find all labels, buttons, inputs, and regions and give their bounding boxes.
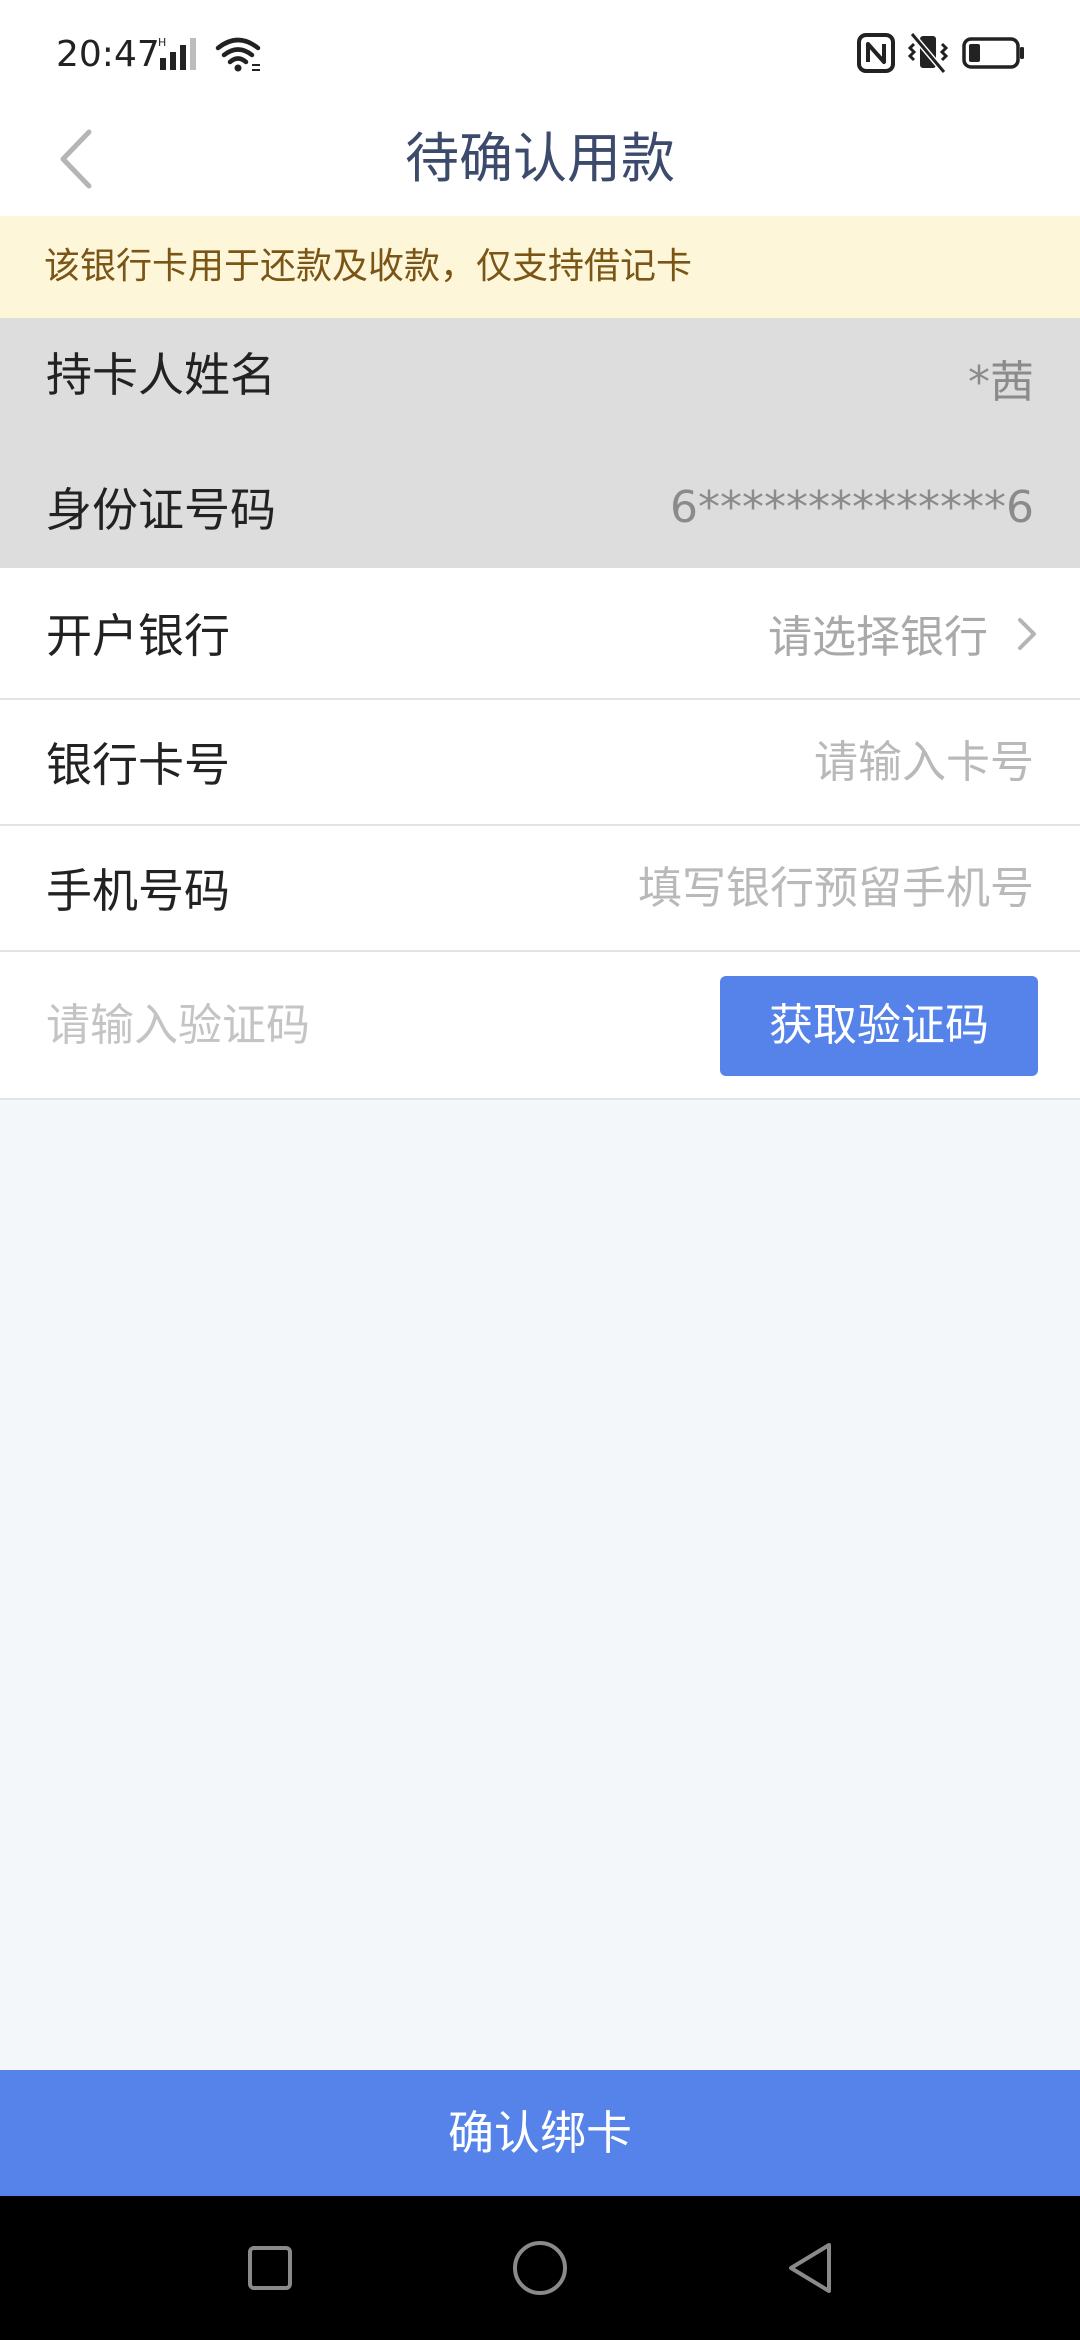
verification-row: 获取验证码 bbox=[0, 952, 1080, 1100]
verification-code-input[interactable] bbox=[46, 952, 646, 1098]
battery-icon bbox=[962, 37, 1024, 69]
readonly-info: 持卡人姓名 *茜 身份证号码 6**************6 bbox=[0, 318, 1080, 568]
confirm-bind-card-button[interactable]: 确认绑卡 bbox=[0, 2070, 1080, 2196]
bank-select-row[interactable]: 开户银行 请选择银行 bbox=[0, 568, 1080, 700]
cardholder-row: 持卡人姓名 *茜 bbox=[0, 318, 1080, 443]
page-title: 待确认用款 bbox=[405, 127, 675, 190]
phone-input[interactable] bbox=[474, 826, 1034, 950]
nav-back-button[interactable] bbox=[770, 2232, 850, 2304]
notice-banner: 该银行卡用于还款及收款，仅支持借记卡 bbox=[0, 216, 1080, 318]
id-number-label: 身份证号码 bbox=[46, 483, 276, 537]
phone-label: 手机号码 bbox=[46, 864, 230, 918]
nav-home-button[interactable] bbox=[500, 2232, 580, 2304]
circle-home-icon bbox=[513, 2241, 567, 2295]
card-number-row: 银行卡号 bbox=[0, 700, 1080, 826]
get-code-button[interactable]: 获取验证码 bbox=[720, 976, 1038, 1076]
screen: 20:47 H 待确认用款 该银行卡用于还款及收款，仅支持借记卡 持卡人姓名 *… bbox=[0, 0, 1080, 2340]
chevron-right-icon bbox=[1018, 618, 1036, 650]
signal-icon: H bbox=[158, 36, 196, 70]
card-number-input[interactable] bbox=[474, 700, 1034, 824]
id-number-row: 身份证号码 6**************6 bbox=[0, 443, 1080, 568]
svg-text:H: H bbox=[158, 36, 166, 49]
id-number-value: 6**************6 bbox=[670, 482, 1034, 533]
bank-label: 开户银行 bbox=[46, 609, 230, 663]
vibrate-icon bbox=[907, 32, 949, 74]
status-bar: 20:47 H bbox=[0, 0, 1080, 100]
triangle-back-icon bbox=[789, 2243, 831, 2293]
status-time: 20:47 bbox=[56, 34, 160, 75]
wifi-icon bbox=[215, 37, 261, 72]
cardholder-value: *茜 bbox=[968, 357, 1034, 408]
system-nav-bar bbox=[0, 2196, 1080, 2340]
cardholder-label: 持卡人姓名 bbox=[46, 348, 276, 402]
phone-row: 手机号码 bbox=[0, 826, 1080, 952]
header: 待确认用款 bbox=[0, 100, 1080, 216]
square-recents-icon bbox=[248, 2246, 292, 2290]
nav-recents-button[interactable] bbox=[230, 2232, 310, 2304]
bank-select-placeholder[interactable]: 请选择银行 bbox=[768, 568, 988, 698]
card-number-label: 银行卡号 bbox=[46, 738, 230, 792]
nfc-icon bbox=[857, 33, 895, 73]
